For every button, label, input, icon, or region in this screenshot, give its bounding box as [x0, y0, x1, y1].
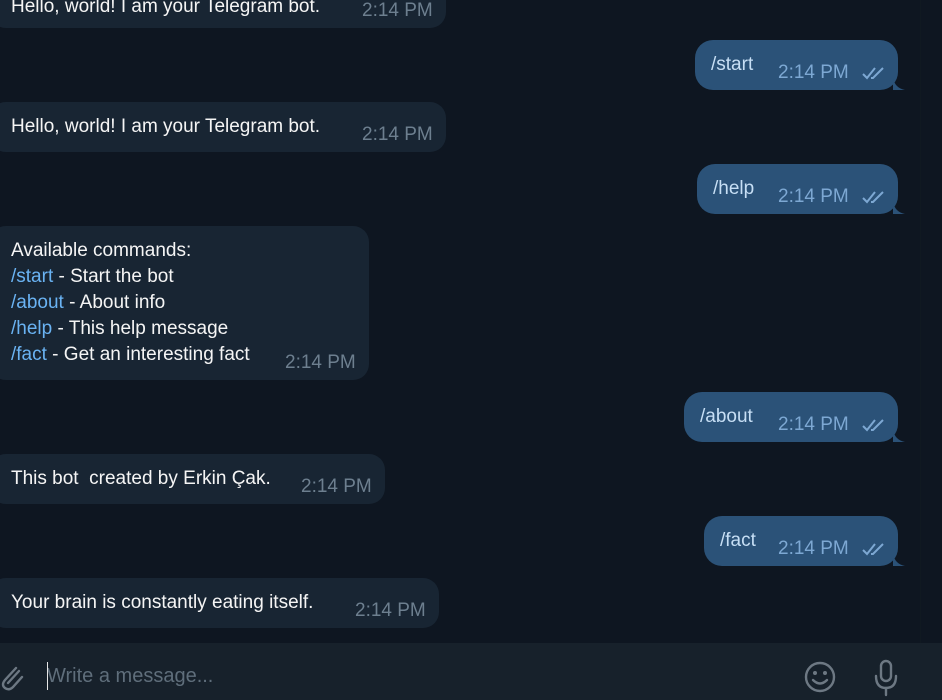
double-check-icon	[862, 543, 884, 556]
message-text: Hello, world! I am your Telegram bot.	[11, 116, 321, 137]
message-time: 2:14 PM	[362, 0, 433, 21]
message-line: Available commands:	[11, 240, 192, 261]
message-text: Your brain is constantly eating itself.	[11, 592, 314, 613]
message-time: 2:14 PM	[778, 186, 849, 207]
scrollbar[interactable]	[920, 0, 942, 643]
bubble-tail	[893, 202, 905, 214]
message-text: Hello, world! I am your Telegram bot.	[11, 0, 321, 17]
bubble-tail	[893, 78, 905, 90]
paperclip-icon[interactable]	[0, 661, 24, 691]
text-caret	[47, 662, 48, 690]
command-link[interactable]: /help	[11, 318, 52, 339]
message-text: /about	[700, 406, 753, 427]
message-time: 2:14 PM	[285, 352, 356, 373]
chat-history: Hello, world! I am your Telegram bot. 2:…	[0, 0, 920, 643]
command-link[interactable]: /start	[11, 266, 53, 287]
message-text: /fact	[720, 530, 756, 551]
smiley-icon[interactable]	[803, 660, 837, 694]
message-line: /help - This help message	[11, 318, 229, 339]
double-check-icon	[862, 191, 884, 204]
message-time: 2:14 PM	[355, 600, 426, 621]
message-time: 2:14 PM	[778, 538, 849, 559]
double-check-icon	[862, 419, 884, 432]
message-line: /start - Start the bot	[11, 266, 174, 287]
message-outgoing[interactable]: /fact 2:14 PM	[704, 516, 905, 566]
message-time: 2:14 PM	[778, 414, 849, 435]
message-incoming[interactable]: Your brain is constantly eating itself. …	[0, 578, 439, 628]
message-outgoing[interactable]: /help 2:14 PM	[697, 164, 905, 214]
message-incoming[interactable]: Hello, world! I am your Telegram bot. 2:…	[0, 102, 446, 152]
command-link[interactable]: /about	[11, 292, 64, 313]
message-time: 2:14 PM	[301, 476, 372, 497]
composer-edge	[920, 643, 942, 700]
command-link[interactable]: /fact	[11, 344, 47, 365]
bubble-tail	[893, 554, 905, 566]
message-time: 2:14 PM	[778, 62, 849, 83]
message-text: /start	[711, 54, 754, 75]
bubble-tail	[893, 430, 905, 442]
message-time: 2:14 PM	[362, 124, 433, 145]
message-line: /fact - Get an interesting fact	[11, 344, 250, 365]
message-input[interactable]	[47, 662, 747, 690]
double-check-icon	[862, 67, 884, 80]
message-line: /about - About info	[11, 292, 166, 313]
message-outgoing[interactable]: /about 2:14 PM	[684, 392, 905, 442]
message-incoming[interactable]: This bot created by Erkin Çak. 2:14 PM	[0, 454, 385, 504]
message-text: This bot created by Erkin Çak.	[11, 468, 271, 489]
microphone-icon[interactable]	[872, 659, 900, 697]
message-incoming[interactable]: Available commands: /start - Start the b…	[0, 226, 369, 380]
message-outgoing[interactable]: /start 2:14 PM	[695, 40, 905, 90]
message-text: /help	[713, 178, 755, 199]
message-incoming[interactable]: Hello, world! I am your Telegram bot. 2:…	[0, 0, 446, 28]
